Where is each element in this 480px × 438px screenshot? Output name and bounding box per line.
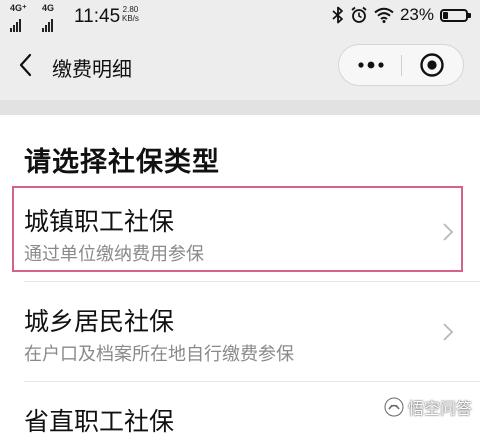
highlight-box: [12, 186, 463, 272]
capsule-menu: [338, 44, 464, 86]
network-speed-unit: KB/s: [122, 14, 139, 23]
network-speed-value: 2.80: [122, 5, 139, 14]
status-right: 23%: [332, 5, 471, 25]
bluetooth-icon: [332, 6, 343, 24]
battery-icon: [440, 8, 471, 22]
more-icon[interactable]: [353, 58, 389, 72]
divider: [24, 381, 480, 382]
watermark: 悟空问答: [384, 395, 472, 419]
network-speed: 2.80 KB/s: [122, 5, 139, 23]
alarm-icon: [351, 6, 367, 23]
list-item-urban-rural-resident[interactable]: 城乡居民社保 在户口及档案所在地自行缴费参保: [24, 296, 466, 376]
section-title: 请选择社保类型: [24, 147, 220, 178]
divider: [24, 281, 480, 282]
page-title: 缴费明细: [52, 57, 132, 81]
chevron-right-icon: [443, 323, 454, 341]
signal-bars-icon-1: [10, 14, 22, 32]
back-icon[interactable]: [14, 52, 40, 78]
wifi-icon: [374, 7, 394, 23]
watermark-text: 悟空问答: [407, 399, 472, 418]
nav-bar: 缴费明细: [0, 32, 480, 100]
list-item-subtitle: 在户口及档案所在地自行缴费参保: [24, 344, 294, 365]
battery-percent: 23%: [399, 5, 434, 24]
signal-bars-icon-2: [42, 14, 54, 32]
status-time: 11:45: [74, 6, 121, 27]
signal-label-2: 4G: [42, 3, 55, 13]
list-item-title: 省直职工社保: [24, 407, 175, 436]
section-divider-band: [0, 100, 480, 115]
capsule-divider: [401, 55, 402, 76]
list-item-title: 城乡居民社保: [24, 307, 175, 336]
target-icon[interactable]: [419, 52, 445, 78]
battery-fill: [443, 11, 448, 19]
status-bar: 4G⁺ 4G 11:45 2.80 KB/s 23%: [0, 0, 480, 32]
signal-label-1: 4G⁺: [10, 3, 27, 13]
wukong-logo-icon: [384, 397, 404, 417]
